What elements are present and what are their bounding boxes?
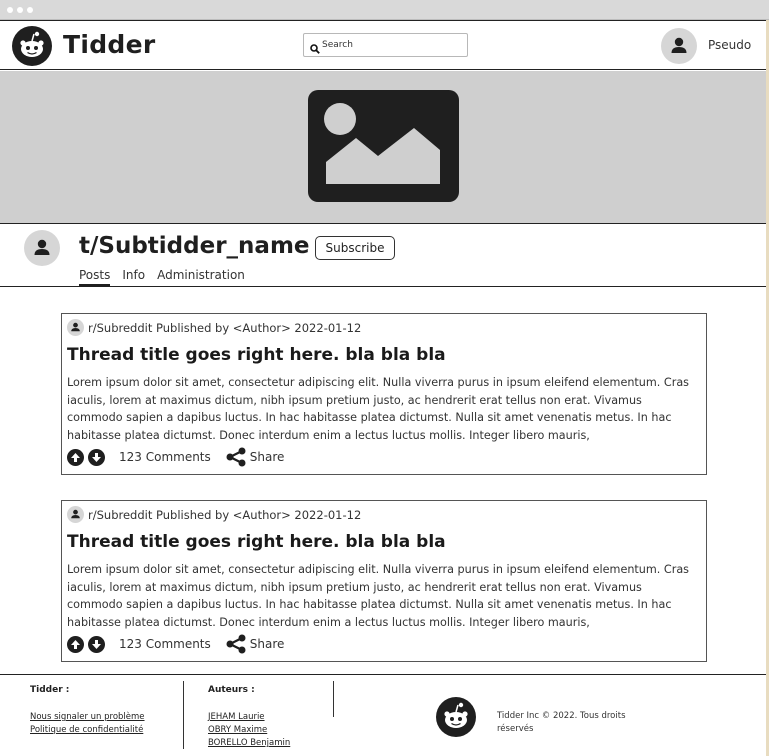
subreddit-banner (0, 71, 769, 223)
post-actions: 123 Comments Share (67, 447, 284, 467)
subreddit-header: t/Subtidder_name Subscribe Posts Info Ad… (0, 223, 769, 287)
post-body: Lorem ipsum dolor sit amet, consectetur … (67, 376, 690, 442)
share-label: Share (249, 637, 285, 651)
tab-info[interactable]: Info (122, 268, 145, 287)
report-problem-link[interactable]: Nous signaler un problème (30, 712, 145, 722)
search-input[interactable] (322, 37, 462, 53)
user-icon (67, 506, 84, 523)
image-placeholder-icon (308, 90, 459, 202)
copyright-text: Tidder Inc © 2022. Tous droits réservés (497, 711, 626, 734)
post-body: Lorem ipsum dolor sit amet, consectetur … (67, 563, 690, 629)
subreddit-tabs: Posts Info Administration (79, 268, 245, 287)
subreddit-avatar (24, 230, 60, 266)
comments-link[interactable]: 123 Comments (119, 450, 211, 464)
user-icon (67, 319, 84, 336)
post-title[interactable]: Thread title goes right here. bla bla bl… (67, 345, 446, 365)
footer-authors-title: Auteurs : (208, 685, 255, 695)
window-dot (17, 7, 23, 13)
footer-divider (183, 681, 184, 749)
arrow-up-circle-icon[interactable] (67, 635, 84, 653)
post-meta-text: r/Subreddit Published by <Author> 2022-0… (88, 320, 362, 335)
post-meta: r/Subreddit Published by <Author> 2022-0… (67, 319, 361, 336)
share-label: Share (249, 450, 285, 464)
arrow-up-circle-icon[interactable] (67, 448, 84, 466)
share-button[interactable]: Share (225, 447, 285, 467)
post-actions: 123 Comments Share (67, 634, 284, 654)
share-button[interactable]: Share (225, 634, 285, 654)
post-card[interactable]: r/Subreddit Published by <Author> 2022-0… (61, 313, 707, 475)
post-meta-text: r/Subreddit Published by <Author> 2022-0… (88, 507, 362, 522)
subreddit-name: t/Subtidder_name (79, 233, 310, 259)
share-icon (226, 634, 246, 654)
search-bar[interactable] (303, 33, 468, 57)
user-avatar[interactable] (661, 28, 697, 64)
post-card[interactable]: r/Subreddit Published by <Author> 2022-0… (61, 500, 707, 662)
post-meta: r/Subreddit Published by <Author> 2022-0… (67, 506, 361, 523)
alien-logo-icon (436, 697, 476, 737)
alien-logo-icon[interactable] (12, 26, 52, 66)
arrow-down-circle-icon[interactable] (88, 635, 105, 653)
user-icon (34, 239, 50, 255)
share-icon (226, 447, 246, 467)
author-link[interactable]: OBRY Maxime (208, 725, 267, 735)
comments-link[interactable]: 123 Comments (119, 637, 211, 651)
subscribe-button[interactable]: Subscribe (315, 236, 395, 260)
tab-administration[interactable]: Administration (157, 268, 245, 287)
username-label[interactable]: Pseudo (708, 38, 751, 52)
user-icon (671, 37, 687, 53)
arrow-down-circle-icon[interactable] (88, 448, 105, 466)
window-dot (27, 7, 33, 13)
footer-tidder-title: Tidder : (30, 685, 70, 695)
footer-divider (333, 681, 334, 717)
tab-posts[interactable]: Posts (79, 268, 111, 287)
window-dot (7, 7, 13, 13)
top-header: Tidder Pseudo (0, 20, 769, 70)
post-title[interactable]: Thread title goes right here. bla bla bl… (67, 532, 446, 552)
app-title[interactable]: Tidder (63, 30, 156, 59)
author-link[interactable]: BORELLO Benjamin (208, 738, 290, 748)
page-footer: Tidder : Nous signaler un problème Polit… (0, 674, 769, 756)
privacy-policy-link[interactable]: Politique de confidentialité (30, 725, 143, 735)
window-title-bar (0, 0, 769, 20)
author-link[interactable]: JEHAM Laurie (208, 712, 265, 722)
search-icon (310, 39, 320, 58)
